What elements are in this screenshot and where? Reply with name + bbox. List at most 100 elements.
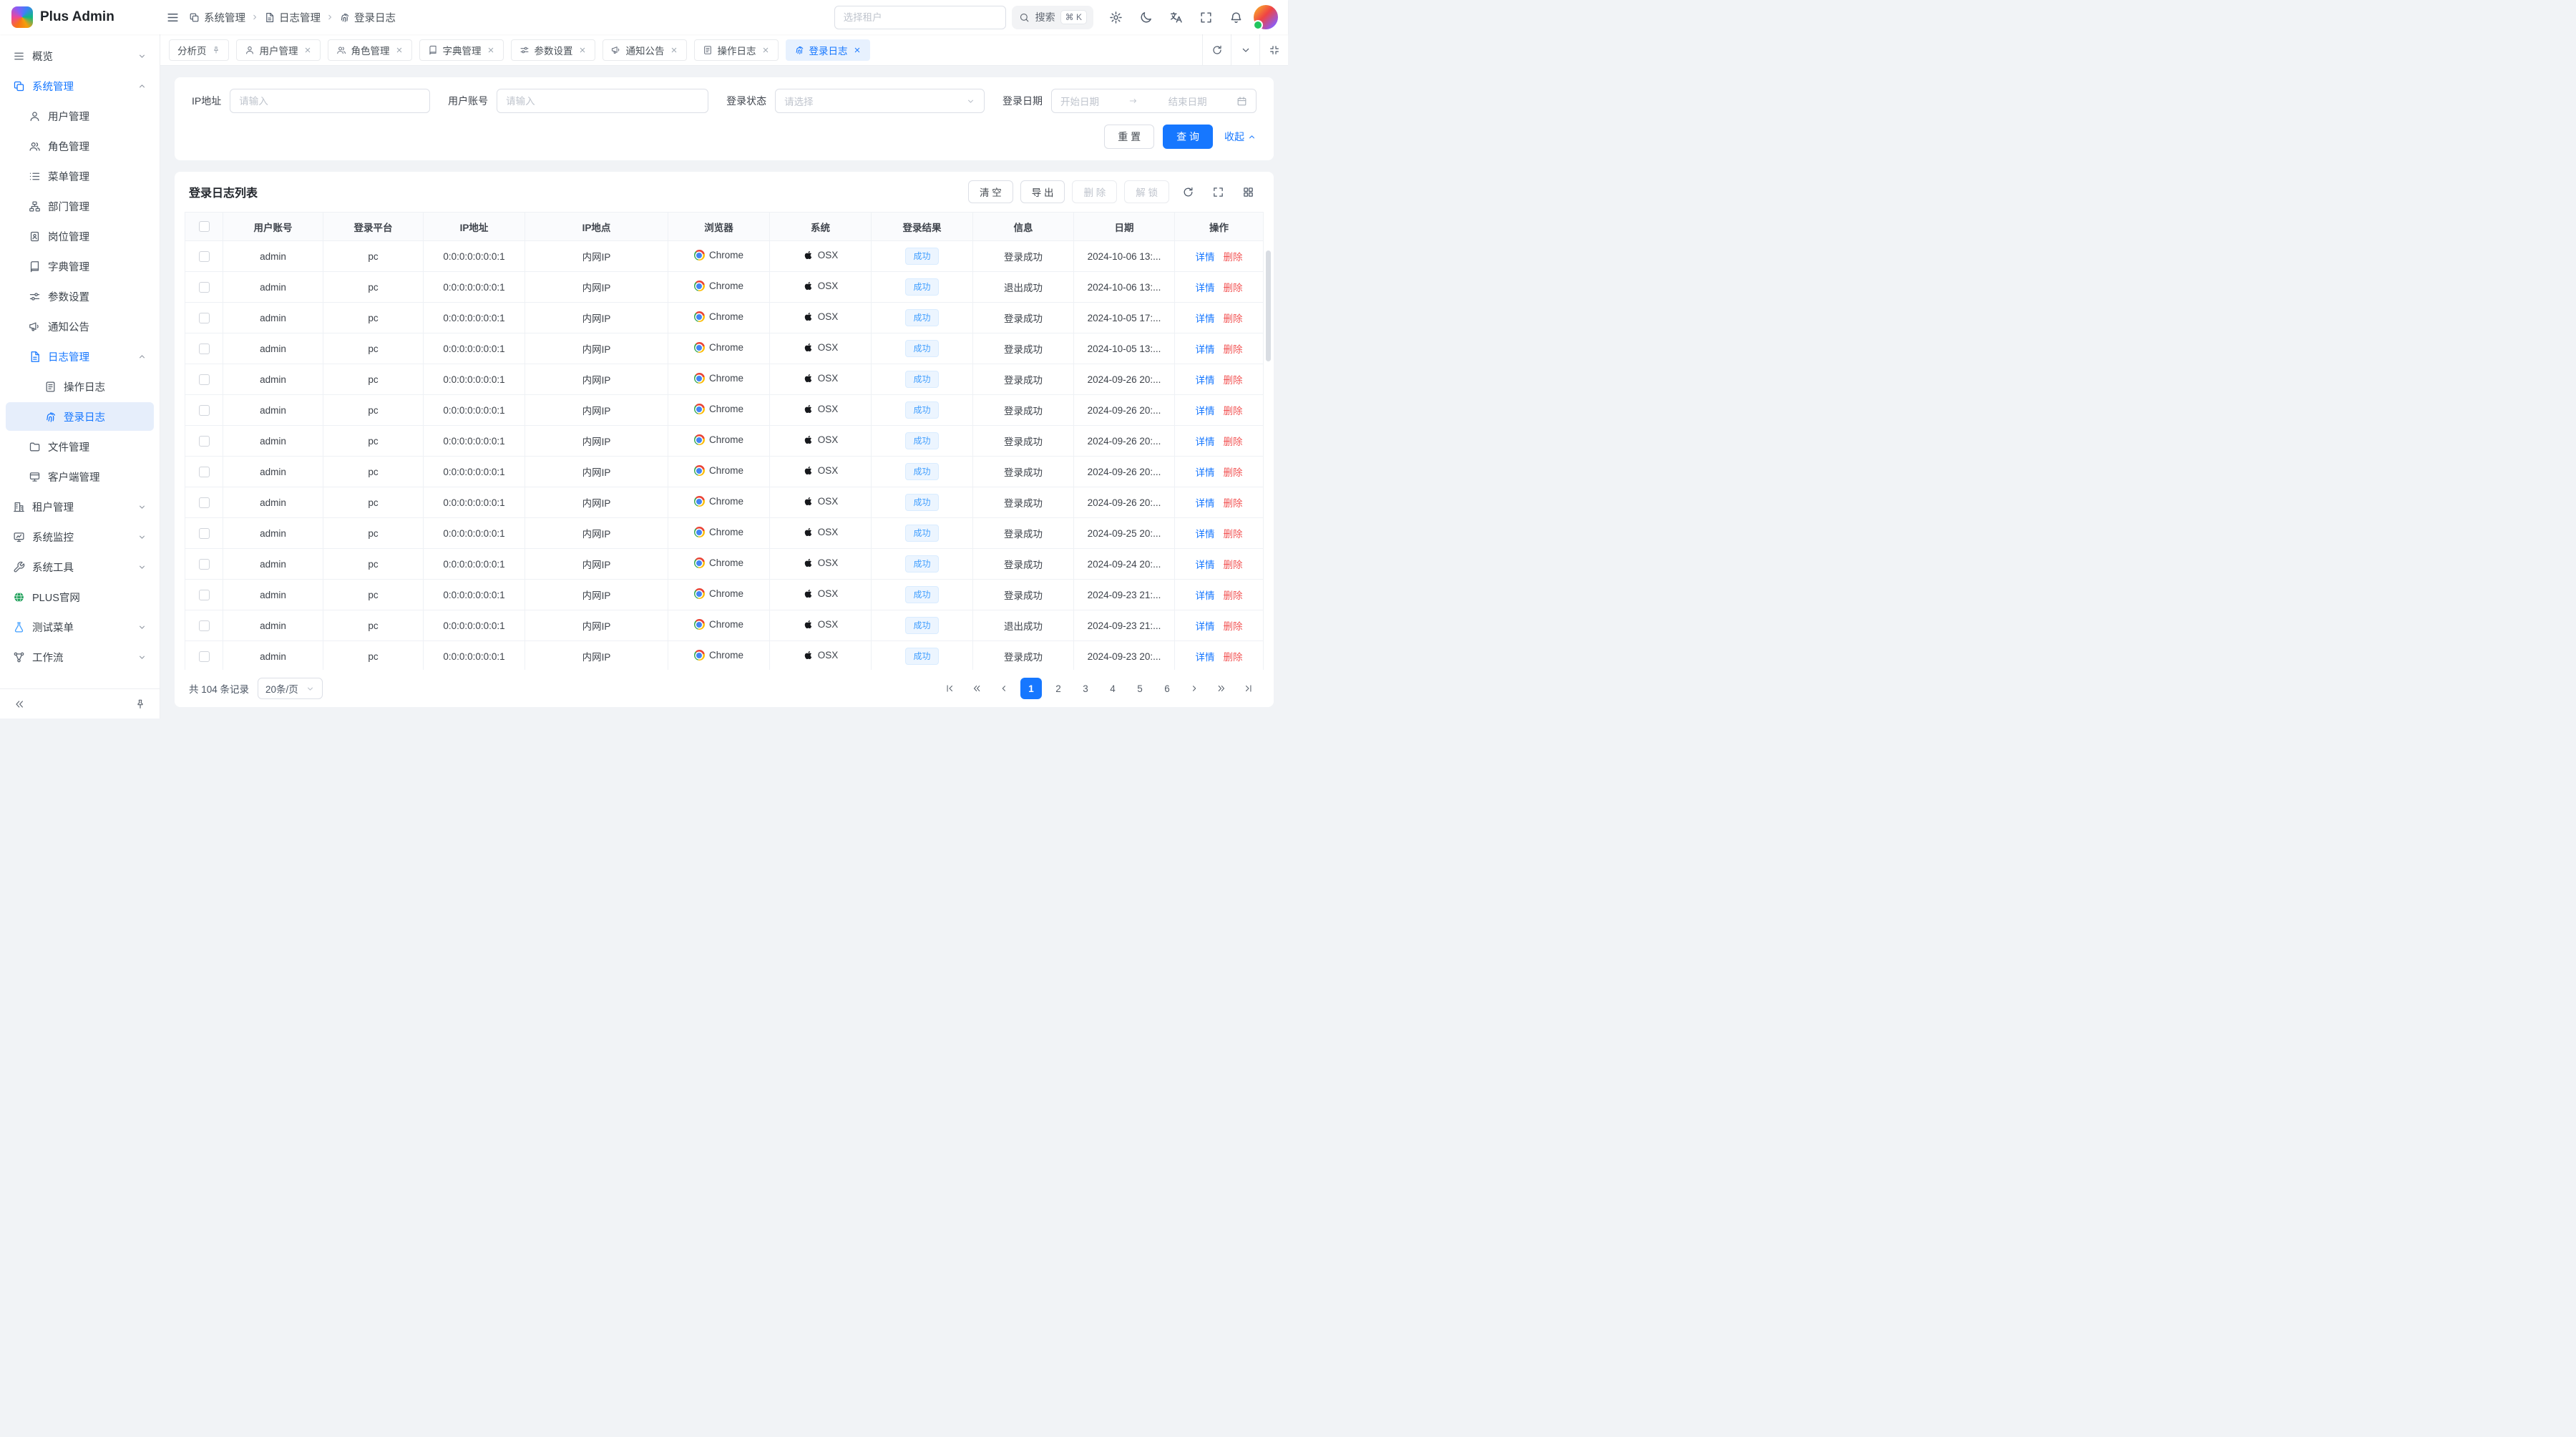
detail-link[interactable]: 详情 bbox=[1196, 311, 1215, 325]
pager-next-group-button[interactable] bbox=[1211, 678, 1232, 699]
page-button-1[interactable]: 1 bbox=[1020, 678, 1042, 699]
detail-link[interactable]: 详情 bbox=[1196, 588, 1215, 602]
export-button[interactable]: 导 出 bbox=[1020, 180, 1065, 203]
delete-link[interactable]: 删除 bbox=[1224, 280, 1243, 294]
tab-7[interactable]: 登录日志 bbox=[786, 39, 870, 61]
sidebar-item-file[interactable]: 文件管理 bbox=[6, 432, 154, 461]
detail-link[interactable]: 详情 bbox=[1196, 372, 1215, 386]
delete-link[interactable]: 删除 bbox=[1224, 557, 1243, 571]
reset-button[interactable]: 重 置 bbox=[1104, 125, 1154, 149]
avatar[interactable] bbox=[1254, 5, 1278, 29]
detail-link[interactable]: 详情 bbox=[1196, 649, 1215, 663]
sidebar-item-menu[interactable]: 菜单管理 bbox=[6, 162, 154, 190]
sidebar-item-dept[interactable]: 部门管理 bbox=[6, 192, 154, 220]
sidebar-item-post[interactable]: 岗位管理 bbox=[6, 222, 154, 250]
sidebar-item-loginlog[interactable]: 登录日志 bbox=[6, 402, 154, 431]
table-scrollbar[interactable] bbox=[1266, 250, 1271, 361]
sidebar-item-notice[interactable]: 通知公告 bbox=[6, 312, 154, 341]
query-button[interactable]: 查 询 bbox=[1163, 125, 1213, 149]
row-checkbox[interactable] bbox=[199, 251, 210, 262]
sidebar-item-plus-site[interactable]: PLUS官网 bbox=[6, 583, 154, 611]
ip-address-input[interactable] bbox=[230, 89, 430, 113]
page-button-3[interactable]: 3 bbox=[1075, 678, 1096, 699]
row-checkbox[interactable] bbox=[199, 344, 210, 354]
sidebar-toggle-button[interactable] bbox=[160, 5, 185, 29]
detail-link[interactable]: 详情 bbox=[1196, 280, 1215, 294]
refresh-page-button[interactable] bbox=[1202, 34, 1231, 65]
row-checkbox[interactable] bbox=[199, 467, 210, 477]
user-account-input[interactable] bbox=[497, 89, 708, 113]
column-settings-button[interactable] bbox=[1236, 180, 1259, 203]
select-all-checkbox[interactable] bbox=[199, 221, 210, 232]
breadcrumb-item[interactable]: 登录日志 bbox=[339, 10, 396, 25]
sidebar-item-param[interactable]: 参数设置 bbox=[6, 282, 154, 311]
dark-mode-button[interactable] bbox=[1133, 5, 1158, 29]
detail-link[interactable]: 详情 bbox=[1196, 526, 1215, 540]
detail-link[interactable]: 详情 bbox=[1196, 249, 1215, 263]
refresh-table-button[interactable] bbox=[1176, 180, 1199, 203]
login-status-select[interactable]: 请选择 bbox=[775, 89, 985, 113]
sidebar-item-sysmonitor[interactable]: 系统监控 bbox=[6, 522, 154, 551]
tab-3[interactable]: 字典管理 bbox=[419, 39, 504, 61]
row-checkbox[interactable] bbox=[199, 651, 210, 662]
delete-link[interactable]: 删除 bbox=[1224, 464, 1243, 479]
page-button-2[interactable]: 2 bbox=[1048, 678, 1069, 699]
pager-next-button[interactable] bbox=[1184, 678, 1205, 699]
pager-last-button[interactable] bbox=[1238, 678, 1259, 699]
detail-link[interactable]: 详情 bbox=[1196, 403, 1215, 417]
pager-prev-group-button[interactable] bbox=[966, 678, 987, 699]
tab-5[interactable]: 通知公告 bbox=[602, 39, 687, 61]
delete-link[interactable]: 删除 bbox=[1224, 588, 1243, 602]
sidebar-item-user[interactable]: 用户管理 bbox=[6, 102, 154, 130]
table-fullscreen-button[interactable] bbox=[1206, 180, 1229, 203]
detail-link[interactable]: 详情 bbox=[1196, 618, 1215, 633]
delete-link[interactable]: 删除 bbox=[1224, 495, 1243, 510]
sidebar-item-system[interactable]: 系统管理 bbox=[6, 72, 154, 100]
sidebar-item-testmenu[interactable]: 测试菜单 bbox=[6, 613, 154, 641]
delete-link[interactable]: 删除 bbox=[1224, 434, 1243, 448]
page-button-5[interactable]: 5 bbox=[1129, 678, 1151, 699]
page-size-select[interactable]: 20条/页 bbox=[258, 678, 323, 699]
tab-6[interactable]: 操作日志 bbox=[694, 39, 779, 61]
sidebar-item-log[interactable]: 日志管理 bbox=[6, 342, 154, 371]
breadcrumb-item[interactable]: 日志管理 bbox=[264, 10, 321, 25]
row-checkbox[interactable] bbox=[199, 559, 210, 570]
delete-link[interactable]: 删除 bbox=[1224, 372, 1243, 386]
detail-link[interactable]: 详情 bbox=[1196, 557, 1215, 571]
collapse-filter-link[interactable]: 收起 bbox=[1224, 130, 1257, 144]
sidebar-item-client[interactable]: 客户端管理 bbox=[6, 462, 154, 491]
brand[interactable]: Plus Admin bbox=[0, 6, 160, 28]
fullscreen-button[interactable] bbox=[1194, 5, 1218, 29]
login-date-range[interactable]: 开始日期 结束日期 bbox=[1051, 89, 1257, 113]
page-button-6[interactable]: 6 bbox=[1156, 678, 1178, 699]
tab-2[interactable]: 角色管理 bbox=[328, 39, 412, 61]
unlock-button[interactable]: 解 锁 bbox=[1124, 180, 1169, 203]
content-fullscreen-button[interactable] bbox=[1259, 34, 1288, 65]
delete-link[interactable]: 删除 bbox=[1224, 341, 1243, 356]
row-checkbox[interactable] bbox=[199, 528, 210, 539]
sidebar-item-tenant[interactable]: 租户管理 bbox=[6, 492, 154, 521]
detail-link[interactable]: 详情 bbox=[1196, 341, 1215, 356]
row-checkbox[interactable] bbox=[199, 405, 210, 416]
row-checkbox[interactable] bbox=[199, 436, 210, 447]
delete-button[interactable]: 删 除 bbox=[1072, 180, 1117, 203]
tenant-select-input[interactable] bbox=[834, 6, 1006, 29]
pager-prev-button[interactable] bbox=[993, 678, 1015, 699]
row-checkbox[interactable] bbox=[199, 282, 210, 293]
tab-0[interactable]: 分析页 bbox=[169, 39, 229, 61]
sidebar-item-dict[interactable]: 字典管理 bbox=[6, 252, 154, 281]
notifications-button[interactable] bbox=[1224, 5, 1248, 29]
delete-link[interactable]: 删除 bbox=[1224, 403, 1243, 417]
breadcrumb-item[interactable]: 系统管理 bbox=[189, 10, 245, 25]
sidebar-item-workflow[interactable]: 工作流 bbox=[6, 643, 154, 671]
row-checkbox[interactable] bbox=[199, 374, 210, 385]
tab-4[interactable]: 参数设置 bbox=[511, 39, 595, 61]
sidebar-item-systools[interactable]: 系统工具 bbox=[6, 552, 154, 581]
sidebar-item-role[interactable]: 角色管理 bbox=[6, 132, 154, 160]
delete-link[interactable]: 删除 bbox=[1224, 526, 1243, 540]
settings-button[interactable] bbox=[1103, 5, 1128, 29]
tab-options-button[interactable] bbox=[1231, 34, 1259, 65]
delete-link[interactable]: 删除 bbox=[1224, 649, 1243, 663]
detail-link[interactable]: 详情 bbox=[1196, 495, 1215, 510]
detail-link[interactable]: 详情 bbox=[1196, 434, 1215, 448]
